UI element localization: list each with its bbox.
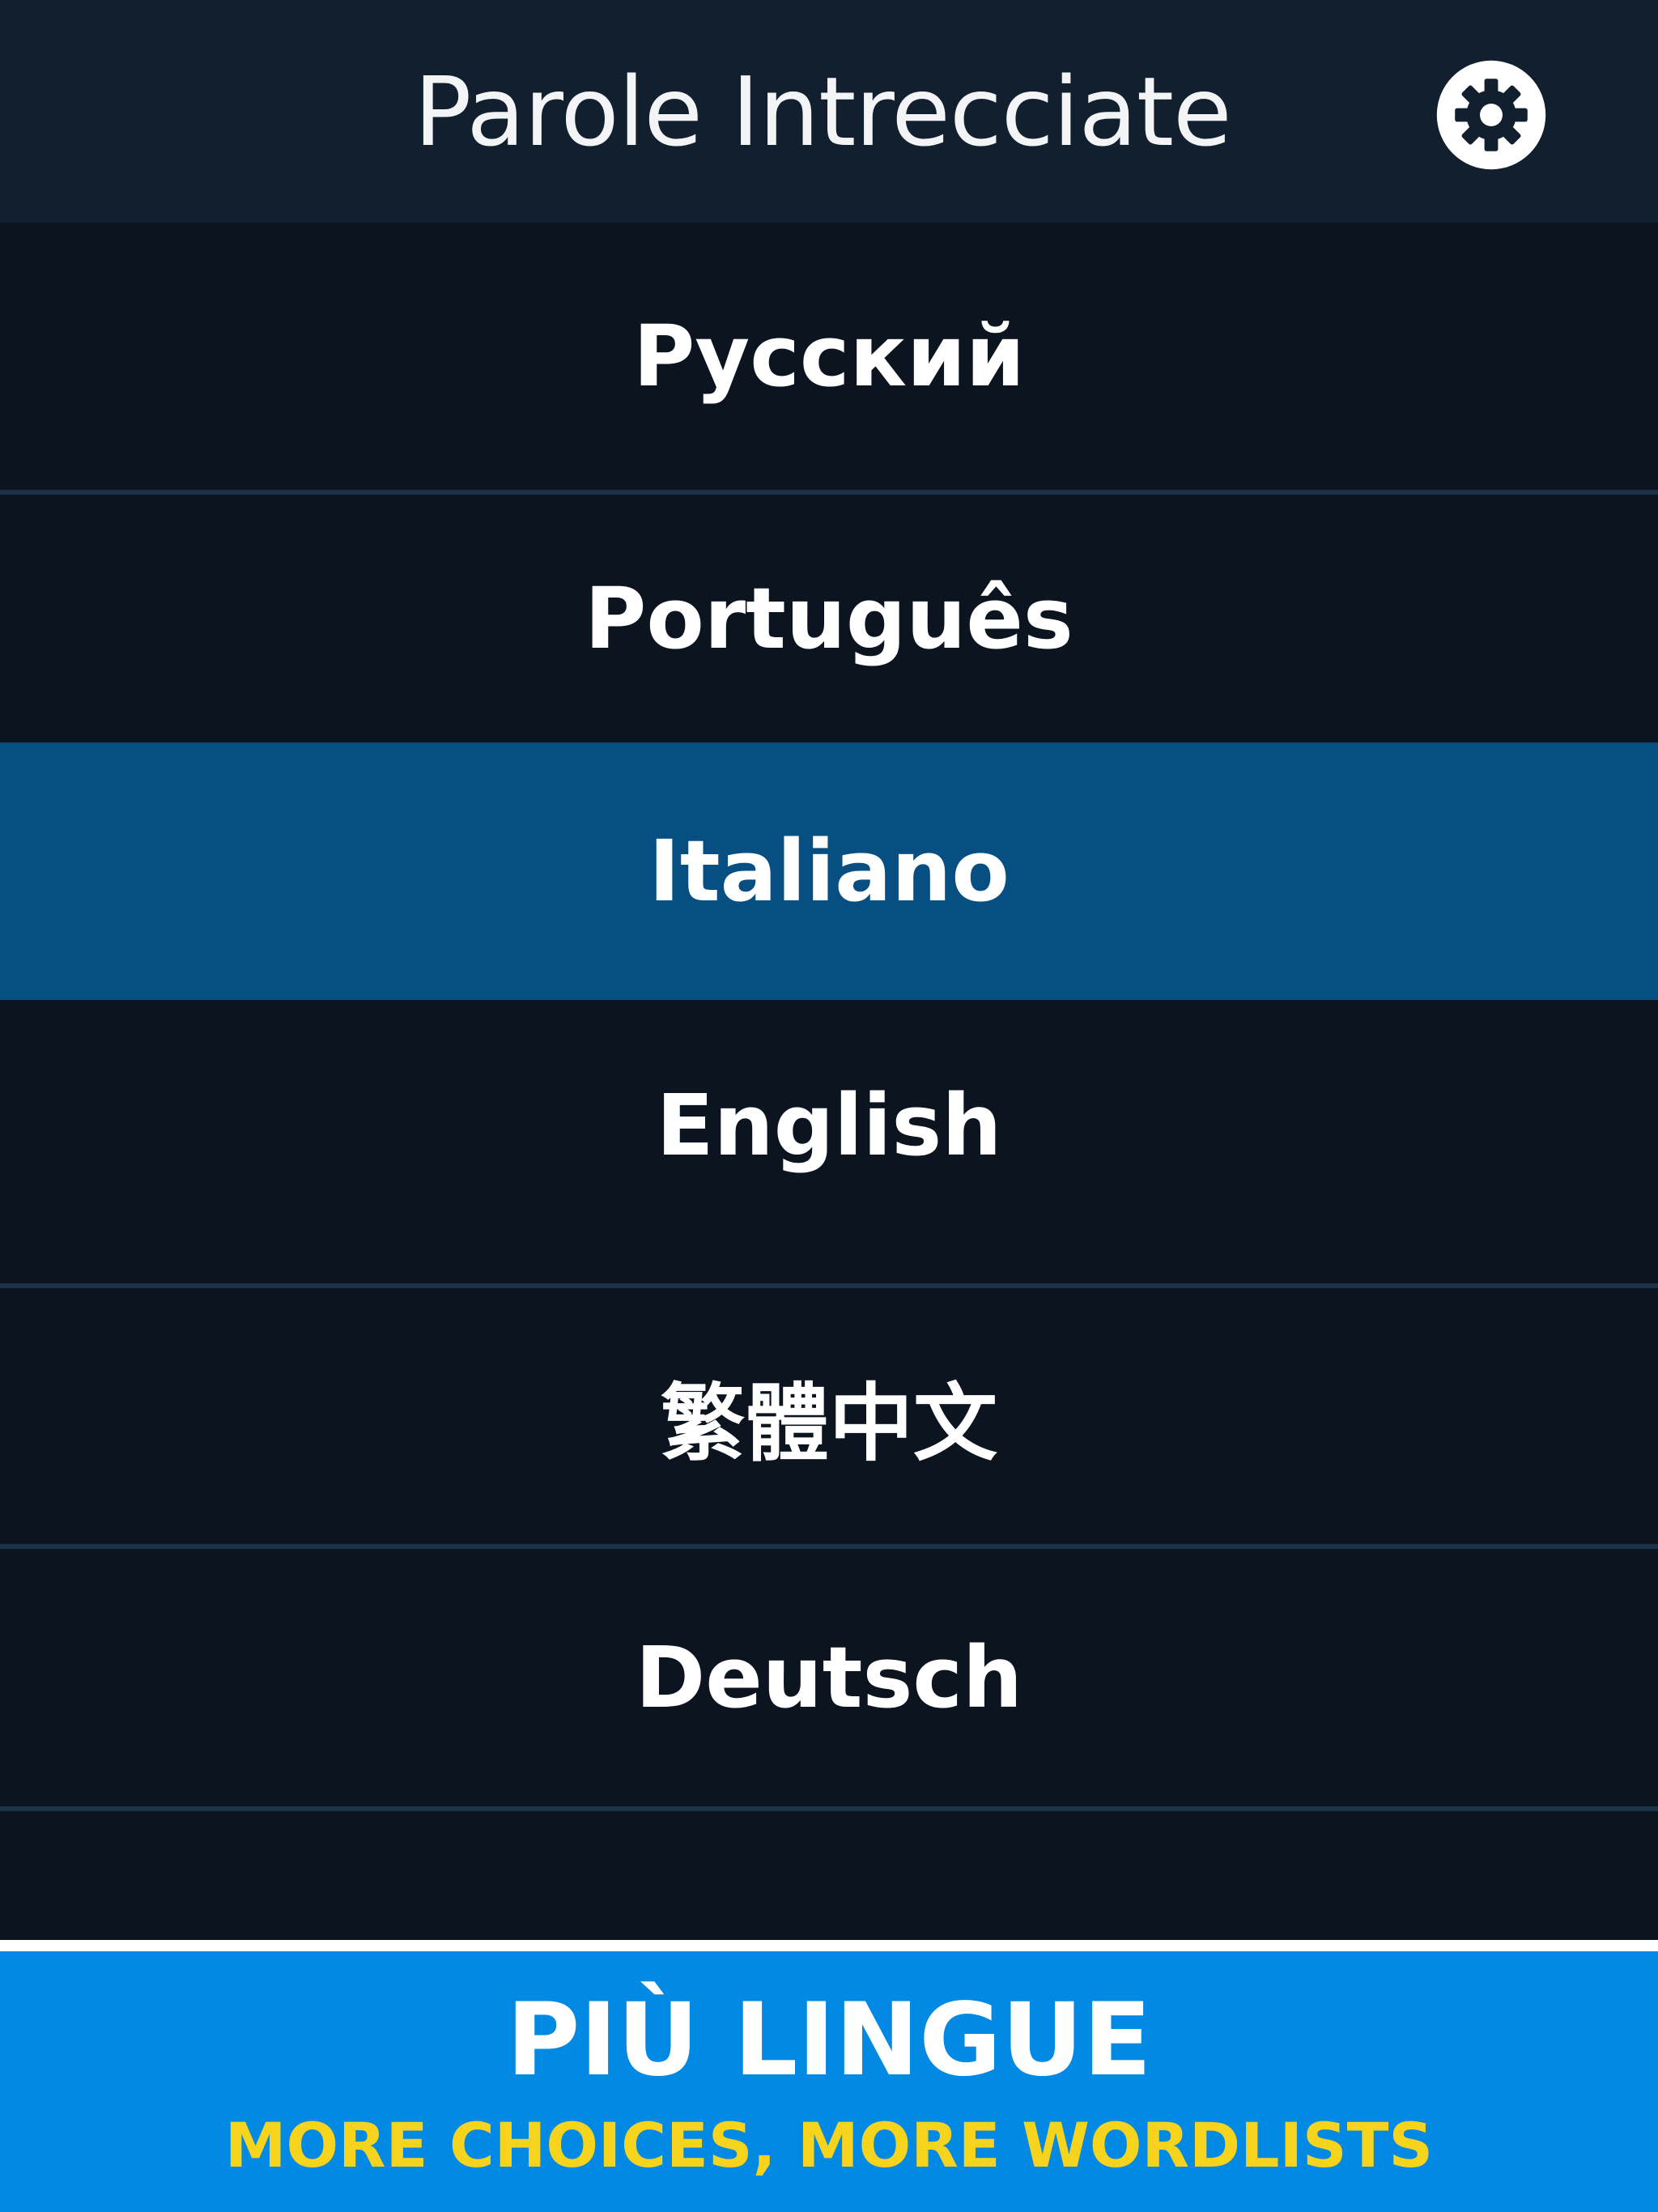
language-list: Русский Português Italiano English 繁體中文 … [0, 223, 1658, 1941]
footer-title: PIÙ LINGUE [506, 1982, 1152, 2099]
app-root: Parole Intrecciate Русский Português Ita… [0, 0, 1658, 2212]
header-bar: Parole Intrecciate [0, 0, 1658, 223]
language-item[interactable]: Deutsch [0, 1549, 1658, 1806]
language-item[interactable]: English [0, 1000, 1658, 1251]
settings-button[interactable] [1435, 58, 1548, 172]
more-languages-button[interactable]: PIÙ LINGUE MORE CHOICES, MORE WORDLISTS [0, 1951, 1658, 2212]
language-item[interactable]: 繁體中文 [0, 1288, 1658, 1542]
footer-subtitle: MORE CHOICES, MORE WORDLISTS [224, 2109, 1434, 2181]
row-divider [0, 1806, 1658, 1811]
footer-separator [0, 1940, 1658, 1951]
language-item[interactable]: Русский [0, 223, 1658, 490]
language-item-selected[interactable]: Italiano [0, 742, 1658, 1000]
gear-icon [1436, 60, 1546, 170]
language-item[interactable]: Português [0, 495, 1658, 742]
app-title: Parole Intrecciate [414, 55, 1231, 168]
